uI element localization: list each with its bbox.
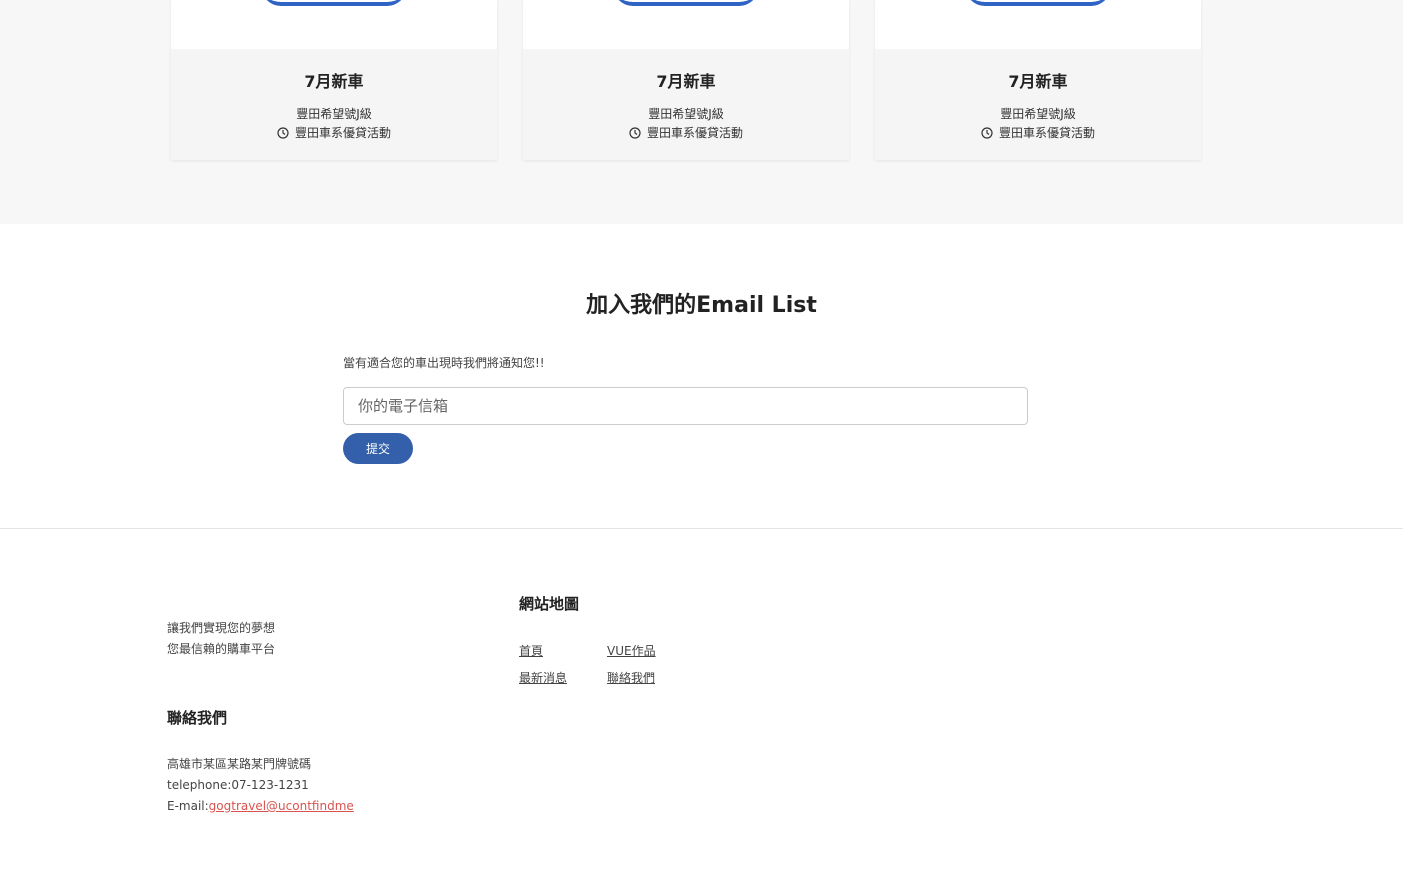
submit-button[interactable]: 提交 bbox=[343, 433, 413, 464]
card-title: 7月新車 bbox=[304, 72, 364, 91]
card-promo: 豐田車系優貸活動 bbox=[875, 124, 1201, 141]
news-cards-section: 7月新車 豐田希望號J級 豐田車系優貸活動 7月新車 豐田希望號J級 豐田車系優… bbox=[0, 0, 1403, 224]
news-card[interactable]: 7月新車 豐田希望號J級 豐田車系優貸活動 bbox=[875, 0, 1201, 160]
email-link[interactable]: gogtravel@ucontfindme bbox=[209, 799, 354, 813]
email-label: E-mail: bbox=[167, 799, 209, 813]
sitemap-link-vue-works[interactable]: VUE作品 bbox=[607, 642, 656, 659]
slogan-line: 讓我們實現您的夢想 bbox=[167, 621, 276, 635]
email-input[interactable] bbox=[343, 387, 1028, 425]
telephone: telephone:07-123-1231 bbox=[167, 778, 309, 792]
newsletter-description: 當有適合您的車出現時我們將通知您!! bbox=[343, 356, 545, 370]
newsletter-title: 加入我們的Email List bbox=[586, 293, 817, 318]
contact-heading: 聯絡我們 bbox=[167, 709, 228, 727]
card-subtitle: 豐田希望號J級 bbox=[648, 107, 724, 121]
card-promo: 豐田車系優貸活動 bbox=[523, 124, 849, 141]
sitemap-link-contact[interactable]: 聯絡我們 bbox=[607, 669, 655, 686]
car-image bbox=[523, 0, 849, 49]
card-title: 7月新車 bbox=[656, 72, 716, 91]
card-title: 7月新車 bbox=[1008, 72, 1068, 91]
section-divider bbox=[0, 528, 1403, 529]
car-image bbox=[875, 0, 1201, 49]
email-line: E-mail:gogtravel@ucontfindme bbox=[167, 796, 354, 817]
clock-icon bbox=[277, 126, 289, 139]
footer-slogan: 讓我們實現您的夢想 您最信賴的購車平台 bbox=[167, 618, 275, 660]
clock-icon bbox=[981, 126, 993, 139]
card-promo: 豐田車系優貸活動 bbox=[171, 124, 497, 141]
card-subtitle: 豐田希望號J級 bbox=[296, 107, 372, 121]
card-promo-text: 豐田車系優貸活動 bbox=[998, 126, 1095, 140]
car-image bbox=[171, 0, 497, 49]
sitemap-link-news[interactable]: 最新消息 bbox=[519, 669, 567, 686]
contact-info: 高雄市某區某路某門牌號碼 telephone:07-123-1231 E-mai… bbox=[167, 754, 354, 817]
slogan-line: 您最信賴的購車平台 bbox=[167, 642, 276, 656]
sitemap-heading: 網站地圖 bbox=[519, 595, 580, 613]
card-promo-text: 豐田車系優貸活動 bbox=[294, 126, 391, 140]
address: 高雄市某區某路某門牌號碼 bbox=[167, 757, 312, 771]
clock-icon bbox=[629, 126, 641, 139]
card-subtitle: 豐田希望號J級 bbox=[1000, 107, 1076, 121]
news-card[interactable]: 7月新車 豐田希望號J級 豐田車系優貸活動 bbox=[171, 0, 497, 160]
news-card[interactable]: 7月新車 豐田希望號J級 豐田車系優貸活動 bbox=[523, 0, 849, 160]
card-promo-text: 豐田車系優貸活動 bbox=[646, 126, 743, 140]
sitemap-link-home[interactable]: 首頁 bbox=[519, 642, 543, 659]
